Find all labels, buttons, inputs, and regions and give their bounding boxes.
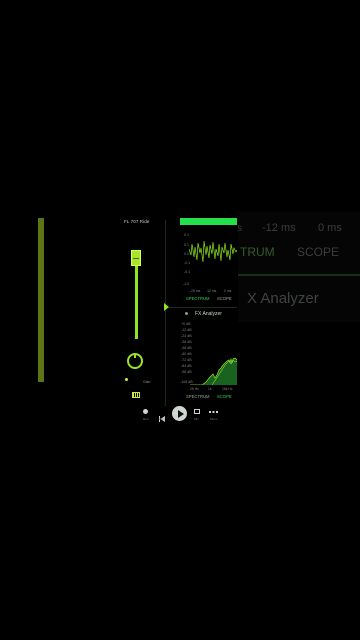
scope-y-label: -1.0	[183, 282, 190, 286]
tab-scope[interactable]: SCOPE	[217, 296, 232, 301]
prev-label: Prev	[159, 417, 166, 421]
mixer-icon[interactable]	[194, 409, 200, 414]
previous-page-edge	[38, 218, 44, 382]
skip-back-icon[interactable]	[159, 409, 165, 422]
knob-label: Gain	[143, 380, 151, 384]
ghost-time-label: -12 ms	[262, 222, 296, 234]
ghost-divider	[237, 274, 360, 276]
scope-y-label: -0.1	[184, 270, 191, 274]
track-name: FL 707 Ride	[124, 219, 150, 224]
tab-spectrum[interactable]: SPECTRUM	[186, 296, 210, 301]
spectrum-freq-label: 1k	[208, 387, 212, 391]
record-label: Rec	[143, 417, 149, 421]
ghost-time-label: 0 ms	[318, 222, 342, 234]
section-divider	[169, 307, 237, 308]
led-indicator	[125, 378, 128, 381]
volume-fader-handle[interactable]	[131, 250, 141, 266]
ghost-title: X Analyzer	[247, 290, 319, 307]
scope-time-label: -12 ms	[206, 289, 217, 293]
ghost-tab-spectrum: TRUM	[240, 245, 275, 259]
record-button[interactable]	[143, 409, 148, 414]
scope-time-label: 0 ms	[224, 289, 232, 293]
spectrum-graph	[190, 357, 237, 385]
column-divider	[165, 220, 166, 406]
oscilloscope-waveform	[189, 240, 237, 263]
fx-analyzer-title: FX Analyzer	[195, 311, 222, 317]
knob-indicator	[134, 354, 136, 358]
tab-scope[interactable]: SCOPE	[217, 394, 232, 399]
play-icon	[178, 410, 184, 418]
scope-time-label: -25 ms	[190, 289, 201, 293]
piano-keys-icon[interactable]	[132, 392, 140, 398]
volume-fader-track[interactable]	[135, 256, 138, 339]
level-meter-bar	[180, 218, 237, 225]
spectrum-freq-label: 16k Hz	[222, 387, 233, 391]
spectrum-freq-label: 25 Hz	[190, 387, 199, 391]
more-label: Menu	[210, 417, 218, 421]
ghost-tab-scope: SCOPE	[297, 245, 340, 259]
more-options-icon[interactable]	[209, 411, 218, 413]
menu-dot-icon[interactable]	[185, 312, 188, 315]
mixer-label: Mix	[194, 417, 199, 421]
tab-spectrum[interactable]: SPECTRUM	[186, 394, 210, 399]
